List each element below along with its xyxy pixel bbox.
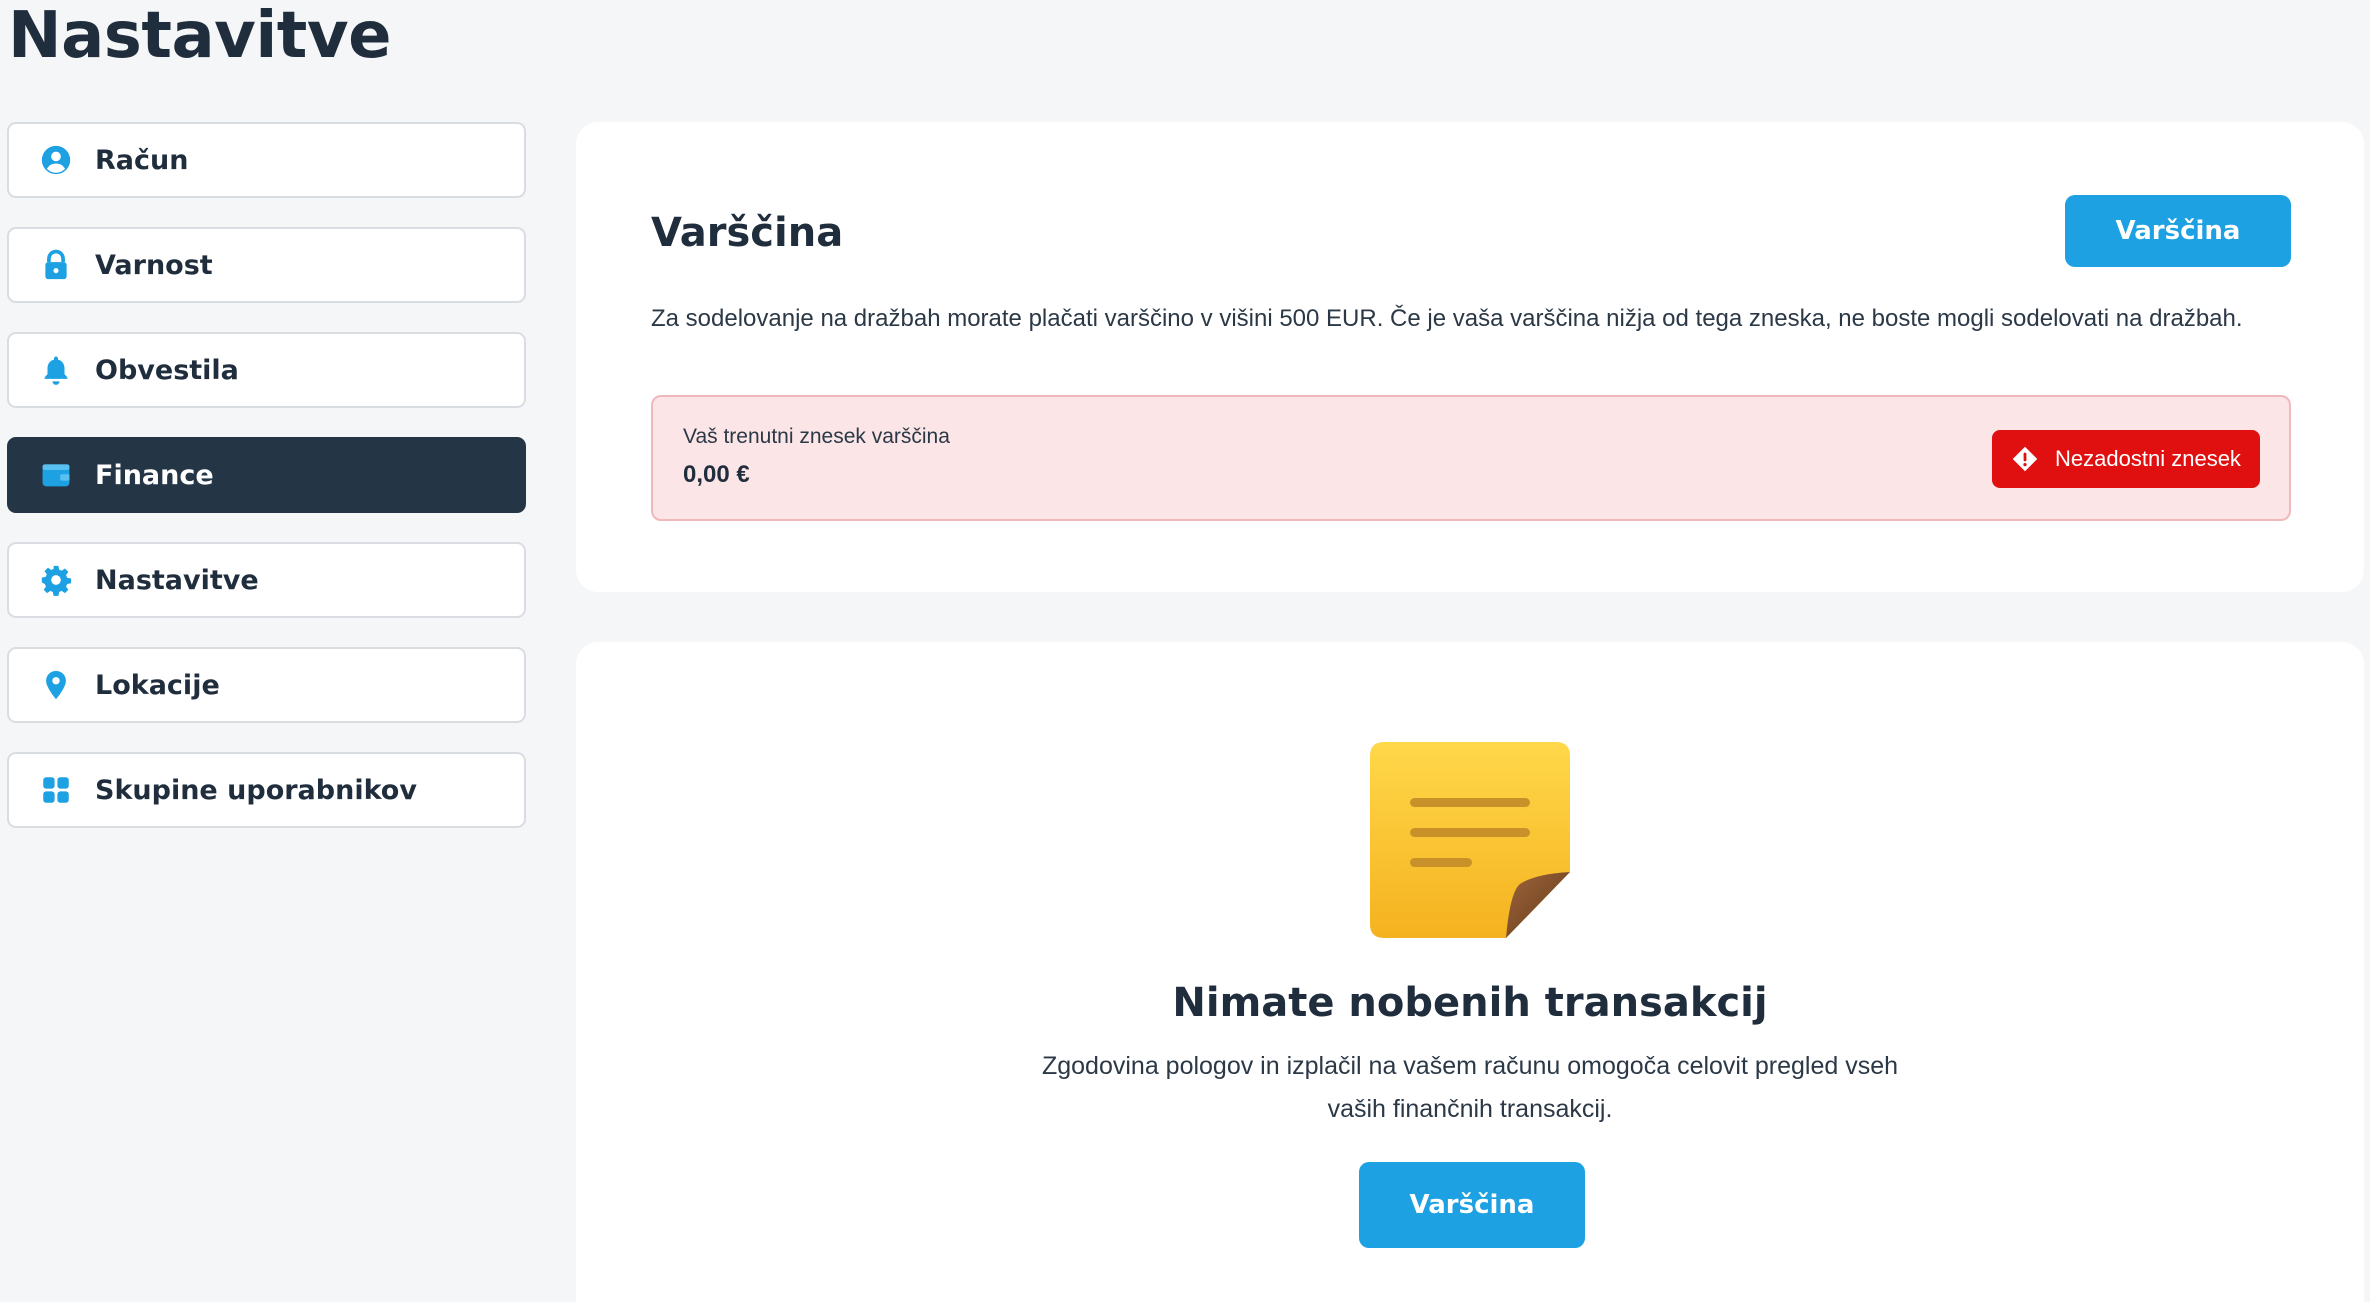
sidebar-item-label: Finance xyxy=(95,459,214,491)
lock-icon xyxy=(39,248,73,282)
sidebar-item-varnost[interactable]: Varnost xyxy=(7,227,526,303)
sidebar-item-nastavitve[interactable]: Nastavitve xyxy=(7,542,526,618)
sidebar-item-racun[interactable]: Račun xyxy=(7,122,526,198)
empty-state-deposit-button[interactable]: Varščina xyxy=(1359,1162,1585,1248)
balance-alert: Vaš trenutni znesek varščina 0,00 € Neza… xyxy=(651,395,2291,521)
badge-label: Nezadostni znesek xyxy=(2055,446,2241,471)
sidebar-item-label: Obvestila xyxy=(95,354,239,386)
user-circle-icon xyxy=(39,143,73,177)
sidebar-item-lokacije[interactable]: Lokacije xyxy=(7,647,526,723)
location-pin-icon xyxy=(39,668,73,702)
deposit-description: Za sodelovanje na dražbah morate plačati… xyxy=(651,305,2243,332)
sidebar-item-obvestila[interactable]: Obvestila xyxy=(7,332,526,408)
deposit-card: Varščina Varščina Za sodelovanje na draž… xyxy=(576,122,2364,592)
empty-state-description: Zgodovina pologov in izplačil na vašem r… xyxy=(1041,1052,1899,1123)
bell-icon xyxy=(39,353,73,387)
sidebar-item-label: Nastavitve xyxy=(95,564,259,596)
grid-icon xyxy=(39,773,73,807)
sidebar-item-label: Skupine uporabnikov xyxy=(95,774,417,806)
balance-label: Vaš trenutni znesek varščina xyxy=(683,425,950,448)
deposit-button[interactable]: Varščina xyxy=(2065,195,2291,267)
sidebar-item-label: Lokacije xyxy=(95,669,220,701)
page-title: Nastavitve xyxy=(8,0,392,73)
insufficient-amount-badge: Nezadostni znesek xyxy=(1992,430,2260,488)
sidebar-item-skupine-uporabnikov[interactable]: Skupine uporabnikov xyxy=(7,752,526,828)
sticky-note-icon xyxy=(1370,742,1570,938)
sidebar-item-finance[interactable]: Finance xyxy=(7,437,526,513)
sidebar-item-label: Varnost xyxy=(95,249,213,281)
gear-icon xyxy=(39,563,73,597)
transactions-card: Nimate nobenih transakcij Zgodovina polo… xyxy=(576,642,2364,1302)
wallet-icon xyxy=(39,458,73,492)
empty-state-title: Nimate nobenih transakcij xyxy=(1172,980,1768,1026)
deposit-title: Varščina xyxy=(651,210,844,256)
sidebar-item-label: Račun xyxy=(95,144,189,176)
warning-diamond-icon xyxy=(2012,446,2038,472)
settings-page: Nastavitve Račun Varnost Obvestila Finan… xyxy=(0,0,2370,1302)
settings-sidebar: Račun Varnost Obvestila Finance Nastavit… xyxy=(7,122,526,857)
balance-value: 0,00 € xyxy=(683,461,750,488)
